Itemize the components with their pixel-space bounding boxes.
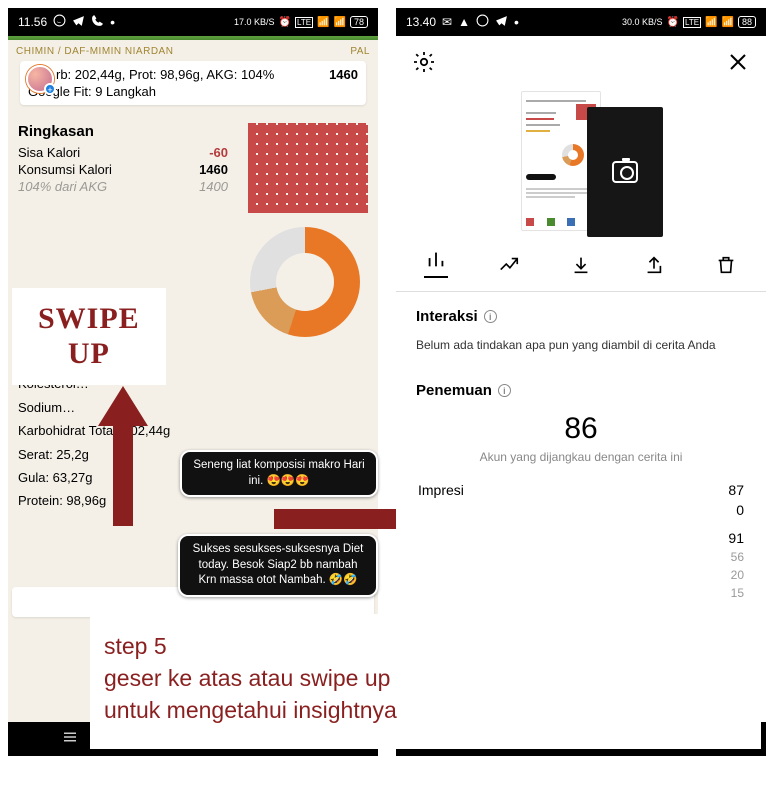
volte-icon: LTE [295,17,313,28]
status-time: 11.56 [18,15,47,29]
download-icon[interactable] [569,253,593,277]
impresi-value: 87 [728,482,744,498]
info-icon[interactable]: i [498,384,511,397]
konsumsi-kalori-label: Konsumsi Kalori [18,162,112,177]
alarm-icon: ⏰ [279,17,291,28]
battery-icon: 78 [350,16,368,28]
upload-icon: ▲ [458,15,470,29]
telegram-icon [495,14,508,30]
google-fit-line: Google Fit: 9 Langkah [28,82,358,99]
reach-count: 86 [396,406,766,446]
story-preview-thumbnail[interactable] [521,91,641,231]
macro-total-cal: 1460 [329,67,358,82]
impresi-label: Impresi [418,482,464,498]
telegram-icon [72,14,85,30]
obscured-header-text: CHIMIN / DAF-MIMIN NIARDAN [16,46,173,57]
insights-tab[interactable] [424,254,448,278]
metric-sub-value: 56 [731,550,744,564]
interaksi-empty-text: Belum ada tindakan apa pun yang diambil … [396,332,766,366]
obscured-header-val: PAL [350,46,370,57]
sisa-kalori-label: Sisa Kalori [18,145,80,160]
more-dot-icon: • [110,14,115,30]
net-speed: 30.0 KB/S [622,18,663,27]
status-bar-left: 11.56 • 17.0 KB/S ⏰ LTE 📶 📶 78 [8,8,378,36]
whatsapp-icon [53,14,66,30]
macro-summary-card: + rb: 202,44g, Prot: 98,96g, AKG: 104% 1… [20,61,366,105]
impresi-sub-value: 0 [736,502,744,518]
alarm-icon: ⏰ [667,17,679,28]
akg-pct-label: 104% dari AKG [18,179,107,194]
whatsapp-icon [476,14,489,30]
volte-icon: LTE [683,17,701,28]
battery-icon: 88 [738,16,756,28]
ringkasan-title: Ringkasan [18,123,228,140]
interaksi-heading: Interaksi [416,308,478,325]
konsumsi-kalori-value: 1460 [199,162,228,177]
status-bar-right: 13.40 ✉ ▲ • 30.0 KB/S ⏰ LTE 📶 📶 88 [396,8,766,36]
close-icon[interactable] [726,50,750,79]
info-icon[interactable]: i [484,310,497,323]
insights-toolbar [396,245,766,292]
metric-sub-value: 15 [731,586,744,600]
signal-icon: 📶 [705,17,717,28]
macro-donut-chart [250,227,360,337]
net-speed: 17.0 KB/S [234,18,275,27]
share-icon[interactable] [642,253,666,277]
delete-trash-icon[interactable] [714,253,738,277]
signal-icon-2: 📶 [334,17,346,28]
camera-icon [612,161,638,183]
sisa-kalori-value: -60 [209,145,228,160]
nutrient-sodium: Sodium… [18,396,368,419]
metric-sub-value: 20 [731,568,744,582]
signal-icon-2: 📶 [722,17,734,28]
promote-icon[interactable] [497,253,521,277]
metric-value: 91 [728,530,744,546]
story-preview-next[interactable] [587,107,663,237]
akg-target-value: 1400 [199,179,228,194]
arrow-up-icon [88,376,158,536]
phone-icon [91,14,104,30]
swipe-up-label: SWIPE UP [12,288,166,385]
nav-menu-icon[interactable] [61,728,79,751]
signal-icon: 📶 [317,17,329,28]
macro-line-text: rb: 202,44g, Prot: 98,96g, AKG: 104% [56,67,274,82]
instruction-body: geser ke atas atau swipe up untuk menget… [104,662,747,726]
mail-icon: ✉ [442,15,452,29]
penemuan-heading: Penemuan [416,382,492,399]
instruction-title: step 5 [104,630,747,662]
instruction-step-box: step 5 geser ke atas atau swipe up untuk… [90,614,761,749]
calorie-waffle-chart [248,123,368,213]
add-story-icon[interactable]: + [44,83,56,95]
more-dot-icon: • [514,14,519,30]
settings-gear-icon[interactable] [412,50,436,79]
status-time: 13.40 [406,15,436,29]
nutrient-karbo: Karbohidrat Total: 202,44g [18,419,368,442]
reach-subtitle: Akun yang dijangkau dengan cerita ini [396,446,766,480]
